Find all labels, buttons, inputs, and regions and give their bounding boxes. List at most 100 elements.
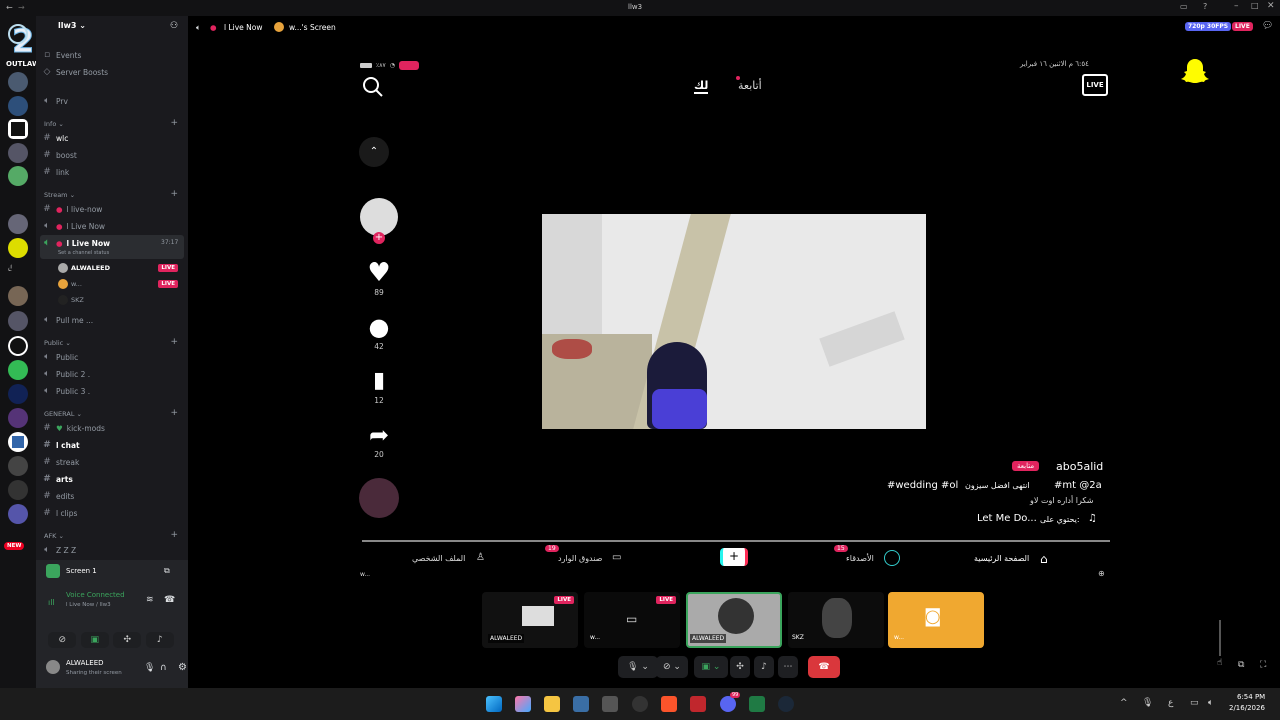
popout-icon[interactable]: ⧉ — [164, 566, 170, 576]
share-screen-button[interactable]: ▣ — [80, 632, 109, 648]
video-player[interactable] — [542, 214, 926, 429]
channel-kick-mods[interactable]: kick-mods — [67, 424, 105, 433]
participant-tile[interactable]: ▭ LIVE w... — [584, 592, 680, 648]
progress-bar[interactable] — [362, 540, 1110, 542]
close-icon[interactable]: ✕ — [1267, 1, 1275, 11]
back-icon[interactable]: ← — [6, 3, 13, 12]
comment-icon[interactable]: ● — [359, 312, 399, 342]
more-button[interactable]: ⋯ — [778, 656, 798, 678]
nav-friends[interactable]: الأصدقاء — [846, 554, 874, 563]
participant-tile[interactable]: SKZ — [788, 592, 884, 648]
channel-arts[interactable]: arts — [56, 475, 73, 484]
obs-icon[interactable] — [632, 696, 648, 712]
creator-avatar[interactable] — [360, 198, 398, 236]
category-info[interactable]: Info ⌄ — [44, 120, 64, 128]
maximize-icon[interactable]: □ — [1251, 1, 1259, 10]
share-icon[interactable]: ➦ — [359, 420, 399, 450]
disconnect-icon[interactable]: ☎ — [164, 595, 175, 605]
server-icon-3[interactable] — [11, 122, 25, 136]
volume-icon[interactable]: 🔈︎ — [1208, 698, 1213, 708]
category-public[interactable]: Public ⌄ — [44, 339, 71, 347]
chat-icon[interactable]: 💬︎ — [1262, 21, 1273, 31]
server-icon-6[interactable] — [8, 214, 28, 234]
channel-prv[interactable]: Prv — [56, 97, 68, 106]
add-channel-icon[interactable]: + — [170, 408, 178, 418]
chevron-up-icon[interactable]: ^ — [1120, 698, 1128, 708]
server-icon-5[interactable] — [8, 166, 28, 186]
soundboard-button[interactable]: ♪ — [754, 656, 774, 678]
store-icon[interactable] — [573, 696, 589, 712]
brave-icon[interactable] — [661, 696, 677, 712]
windows-start-icon[interactable] — [486, 696, 502, 712]
voice-user-name[interactable]: w... — [71, 280, 82, 288]
channel-clips[interactable]: l clips — [56, 509, 77, 518]
server-icon-8[interactable]: ᥫ — [8, 262, 28, 282]
server-icon-17[interactable] — [8, 480, 28, 500]
channel-link[interactable]: link — [56, 168, 69, 177]
server-icon-7[interactable] — [8, 238, 28, 258]
channel-wlc[interactable]: wlc — [56, 134, 68, 143]
mic-icon[interactable]: 🎙︎ — [144, 663, 155, 673]
nav-inbox[interactable]: صندوق الوارد — [558, 554, 602, 563]
create-post-button[interactable]: + — [720, 548, 748, 566]
tab-following[interactable]: أتابعة — [738, 79, 762, 92]
channel-boost[interactable]: boost — [56, 151, 77, 160]
screen-label[interactable]: w...'s Screen — [289, 23, 336, 32]
zoom-icon[interactable]: ⊕ — [1098, 569, 1105, 578]
mic-icon[interactable]: 🎙︎ — [1142, 698, 1153, 708]
server-icon-4[interactable] — [8, 143, 28, 163]
channel-afk[interactable]: Z Z Z — [56, 546, 76, 555]
nav-profile[interactable]: الملف الشخصي — [412, 554, 465, 563]
calculator-icon[interactable] — [602, 696, 618, 712]
settings-gear-icon[interactable]: ⚙ — [178, 662, 187, 673]
avatar[interactable] — [46, 660, 60, 674]
channel-chat[interactable]: l chat — [56, 441, 80, 450]
nav-home[interactable]: الصفحة الرئيسية — [974, 554, 1029, 563]
server-icon-1[interactable] — [8, 72, 28, 92]
server-icon-16[interactable] — [8, 456, 28, 476]
category-general[interactable]: GENERAL ⌄ — [44, 410, 82, 418]
discord-icon[interactable] — [720, 696, 736, 712]
file-explorer-icon[interactable] — [544, 696, 560, 712]
participant-tile[interactable]: ◙ w... — [888, 592, 984, 648]
server-name[interactable]: llw3 ⌄ — [58, 21, 86, 30]
sidebar-item-events[interactable]: Events — [56, 51, 81, 60]
invite-icon[interactable]: ⚇ — [170, 21, 178, 31]
forward-icon[interactable]: → — [18, 3, 25, 12]
clock-date[interactable]: 2/16/2026 — [1229, 704, 1265, 712]
add-channel-icon[interactable]: + — [170, 530, 178, 540]
server-icon-9[interactable] — [8, 286, 28, 306]
excel-icon[interactable] — [749, 696, 765, 712]
add-channel-icon[interactable]: + — [170, 189, 178, 199]
channel-live-now-text[interactable]: l live-now — [67, 205, 103, 214]
participant-tile[interactable]: LIVE ALWALEED — [482, 592, 578, 648]
soundboard-button[interactable]: ♪ — [145, 632, 174, 648]
voice-connected-title[interactable]: Voice Connected — [66, 591, 125, 599]
music-disc-icon[interactable] — [359, 478, 399, 518]
friends-icon[interactable] — [884, 550, 900, 566]
channel-live-now-voice[interactable]: l Live Now — [67, 222, 106, 231]
add-channel-icon[interactable]: + — [170, 337, 178, 347]
popout-icon[interactable]: ⧉ — [1238, 660, 1244, 670]
add-channel-icon[interactable]: + — [170, 118, 178, 128]
follow-button[interactable]: متابعة — [1012, 461, 1040, 471]
app-a-icon[interactable] — [690, 696, 706, 712]
server-icon-13[interactable] — [8, 384, 28, 404]
share-screen-button[interactable]: ▣ ⌄ — [694, 656, 728, 678]
channel-streak[interactable]: streak — [56, 458, 79, 467]
screen-panel-label[interactable]: Screen 1 — [66, 567, 97, 575]
channel-pull-me[interactable]: Pull me ... — [56, 316, 93, 325]
camera-button[interactable]: ⊘ ⌄ — [656, 656, 688, 678]
mute-button[interactable]: 🎙︎ ⌄ — [618, 656, 658, 678]
headphones-icon[interactable]: ∩ — [160, 663, 167, 673]
heart-icon[interactable]: ♥ — [359, 258, 399, 288]
help-icon[interactable]: ? — [1203, 2, 1207, 11]
language-icon[interactable]: ع — [1168, 698, 1173, 708]
server-icon-12[interactable] — [8, 360, 28, 380]
inbox-icon[interactable]: ▭ — [1180, 2, 1188, 11]
profile-icon[interactable]: ♙ — [476, 552, 485, 563]
voice-user-name[interactable]: SKZ — [71, 296, 84, 304]
home-icon[interactable]: ⌂ — [1040, 552, 1048, 566]
tab-for-you[interactable]: لك — [694, 79, 709, 94]
category-afk[interactable]: AFK ⌄ — [44, 532, 64, 540]
